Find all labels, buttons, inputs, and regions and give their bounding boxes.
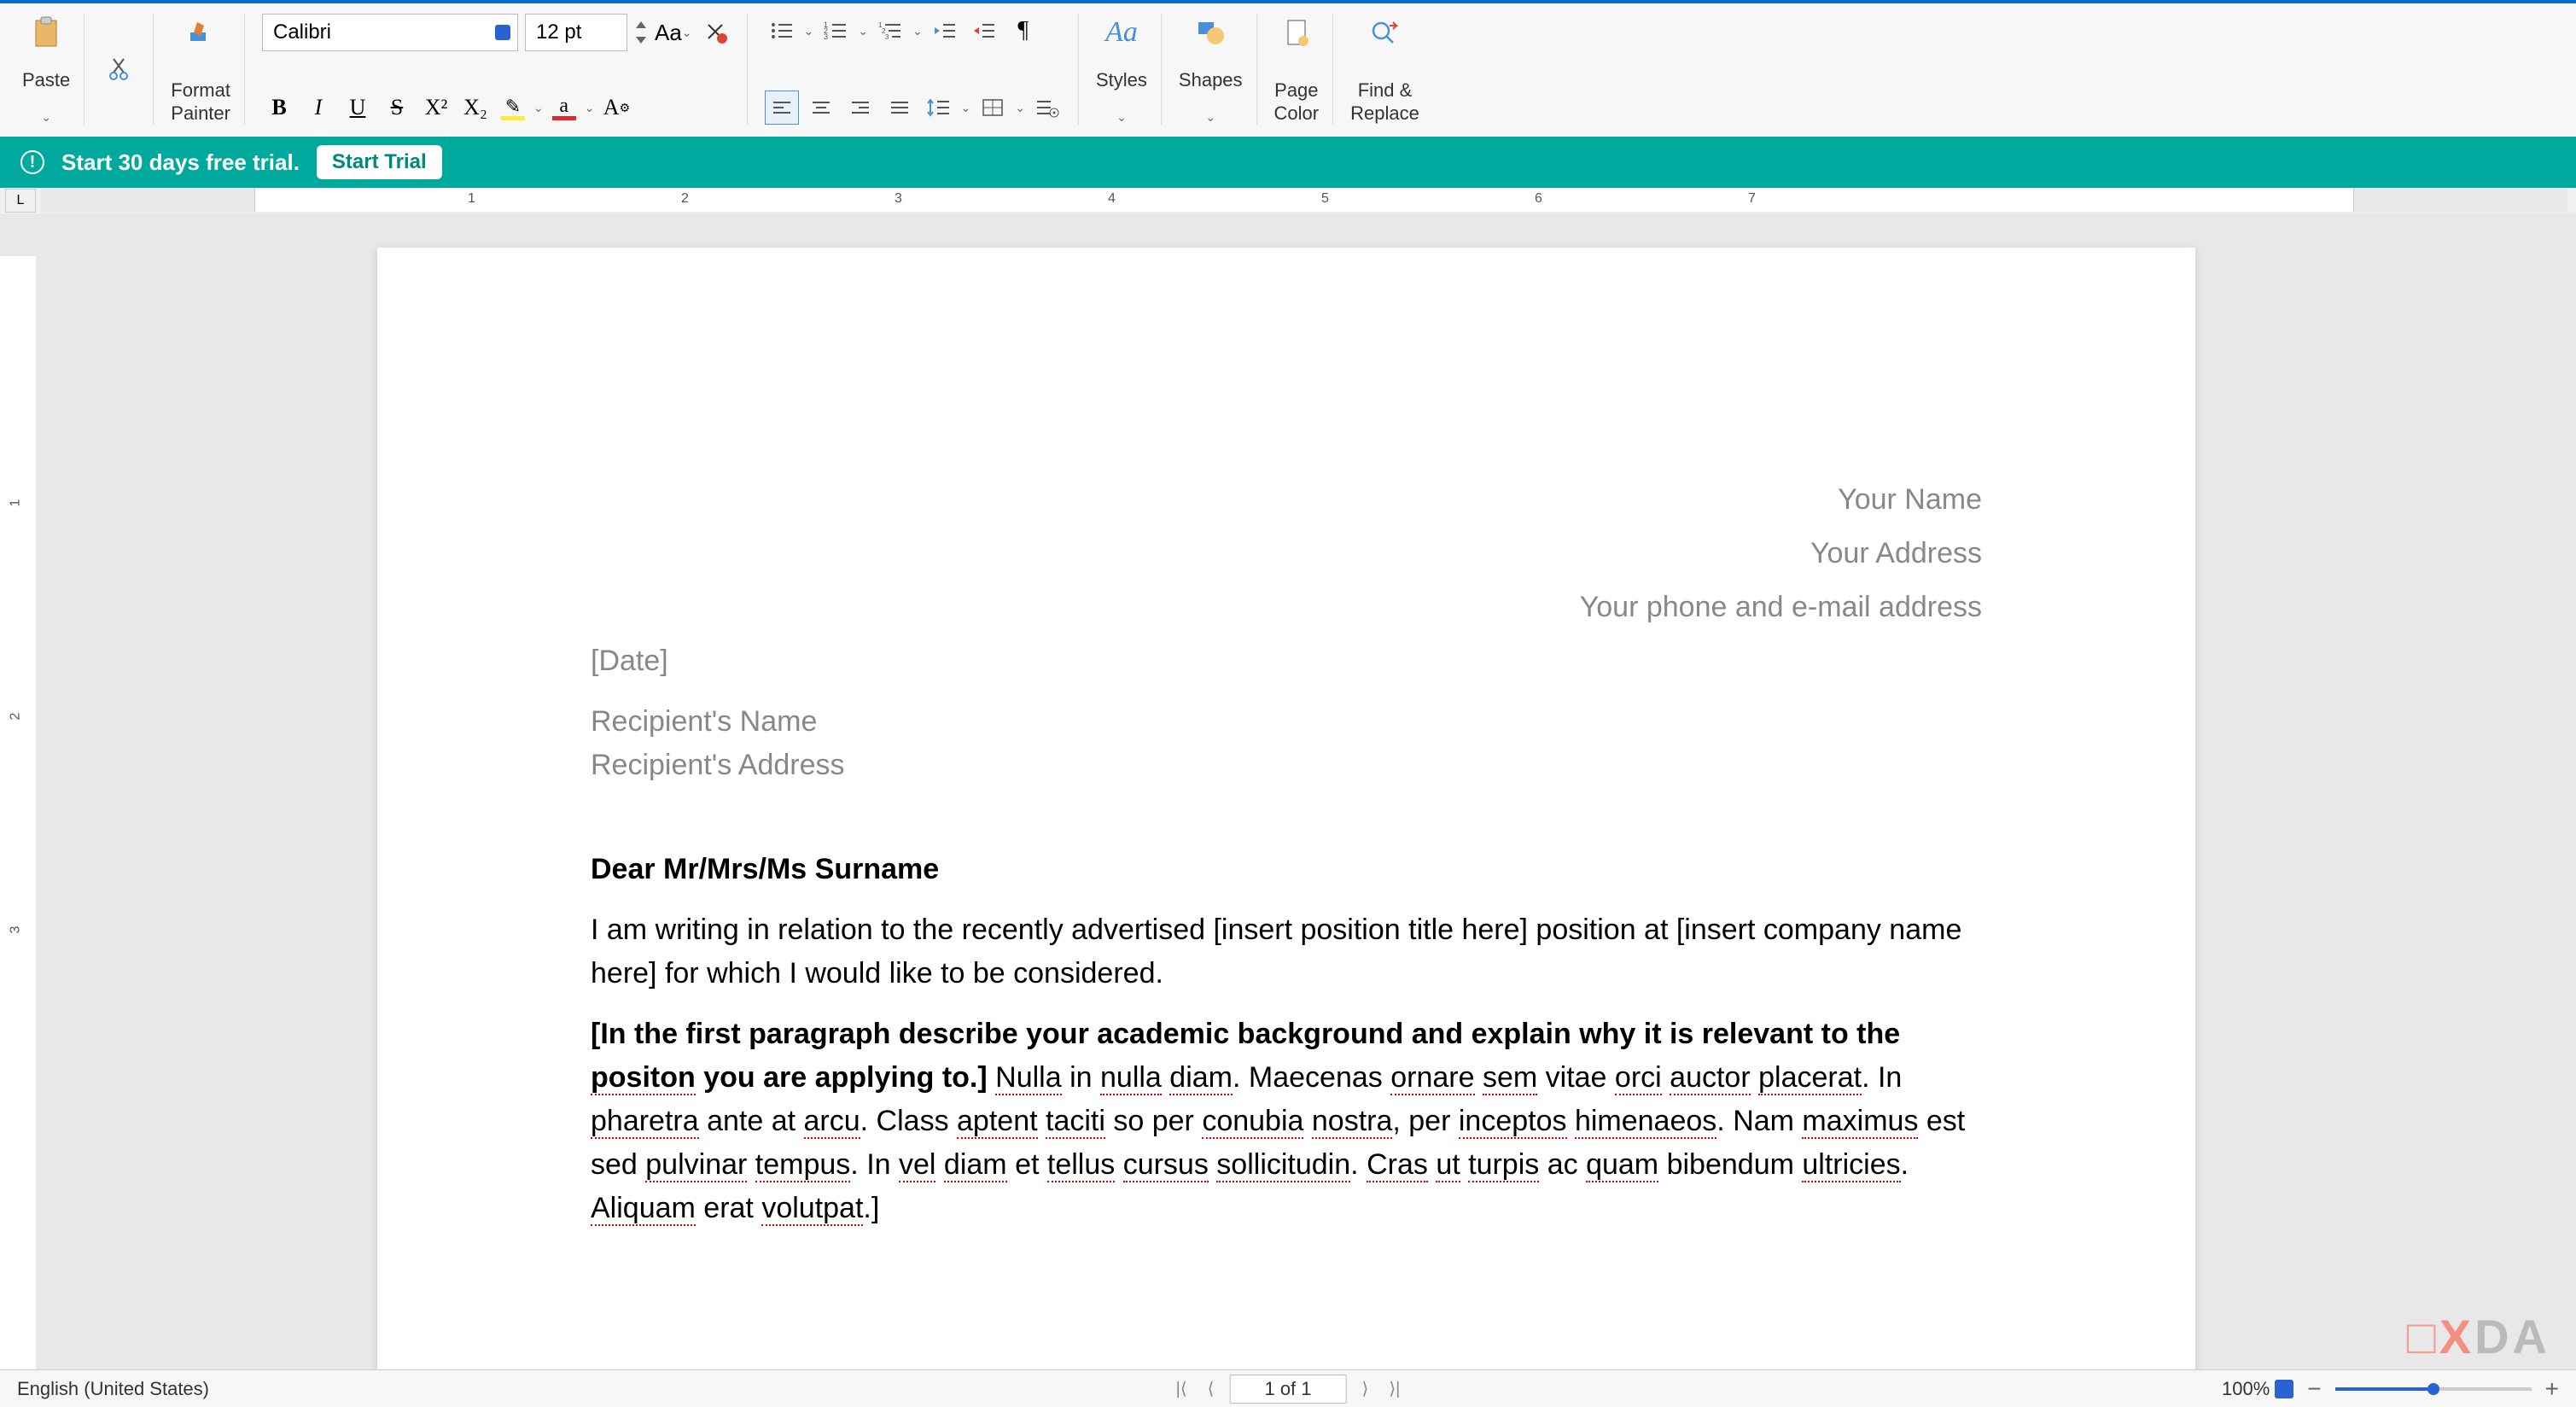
decrease-indent-button[interactable] (928, 14, 962, 48)
bold-button[interactable]: B (262, 90, 296, 125)
chevron-down-icon[interactable]: ⌄ (1205, 110, 1215, 125)
justify-button[interactable] (883, 90, 917, 125)
salutation[interactable]: Dear Mr/Mrs/Ms Surname (591, 848, 1982, 891)
strikethrough-button[interactable]: S (380, 90, 414, 125)
svg-text:3: 3 (824, 32, 828, 41)
find-replace-label: Find & Replace (1350, 79, 1419, 125)
find-replace-button[interactable] (1366, 14, 1403, 51)
pilcrow-button[interactable]: ¶ (1006, 14, 1040, 48)
bullet-list-button[interactable] (765, 14, 799, 48)
shapes-label: Shapes (1179, 69, 1243, 91)
subscript-button[interactable]: X₂ (458, 90, 492, 125)
svg-text:3: 3 (885, 33, 889, 41)
paste-button[interactable] (27, 14, 65, 51)
format-painter-label: Format Painter (171, 79, 230, 125)
multilevel-list-button[interactable]: 123 (873, 14, 907, 48)
watermark: □XDA (2407, 1309, 2550, 1364)
zoom-percent[interactable]: 100% (2222, 1378, 2293, 1400)
align-right-button[interactable] (843, 90, 877, 125)
ruler-row: L 1 2 3 4 5 6 7 (0, 188, 2576, 213)
table-button[interactable] (976, 90, 1010, 125)
paragraph-2[interactable]: [In the first paragraph describe your ac… (591, 1013, 1982, 1230)
paragraph-settings-button[interactable] (1030, 90, 1064, 125)
document-viewport[interactable]: Your Name Your Address Your phone and e-… (36, 213, 2576, 1369)
styles-group: Aa Styles ⌄ (1082, 14, 1162, 125)
page-color-button[interactable] (1278, 14, 1315, 51)
chevron-down-icon[interactable]: ⌄ (858, 24, 868, 38)
sender-name[interactable]: Your Name (591, 478, 1982, 522)
chevron-down-icon[interactable]: ⌄ (533, 101, 544, 115)
format-painter-group: Format Painter (157, 14, 245, 125)
recipient-name[interactable]: Recipient's Name (591, 700, 1982, 744)
trial-message: Start 30 days free trial. (61, 149, 300, 176)
prev-page-button[interactable]: ⟨ (1203, 1378, 1220, 1399)
zoom-in-button[interactable]: + (2545, 1375, 2559, 1403)
zoom-out-button[interactable]: − (2307, 1375, 2321, 1403)
paste-group: Paste ⌄ (9, 14, 85, 125)
chevron-down-icon[interactable]: ⌄ (961, 101, 971, 115)
info-icon: ! (20, 150, 44, 174)
trial-banner: ! Start 30 days free trial. Start Trial (0, 137, 2576, 188)
line-spacing-button[interactable] (922, 90, 956, 125)
clear-formatting-button[interactable] (699, 15, 733, 50)
align-center-button[interactable] (804, 90, 838, 125)
align-left-button[interactable] (765, 90, 799, 125)
chevron-down-icon[interactable]: ⌄ (1116, 110, 1127, 125)
styles-button[interactable]: Aa (1103, 14, 1140, 51)
page[interactable]: Your Name Your Address Your phone and e-… (377, 248, 2195, 1369)
vertical-ruler[interactable]: 1 2 3 (0, 213, 36, 1369)
shapes-group: Shapes ⌄ (1165, 14, 1257, 125)
statusbar: English (United States) |⟨ ⟨ 1 of 1 ⟩ ⟩|… (0, 1369, 2576, 1407)
increase-indent-button[interactable] (967, 14, 1001, 48)
font-size-stepper[interactable] (634, 20, 648, 45)
recipient-address[interactable]: Recipient's Address (591, 744, 1982, 787)
horizontal-ruler[interactable]: 1 2 3 4 5 6 7 (41, 188, 2567, 212)
chevron-down-icon[interactable]: ⌄ (41, 110, 51, 125)
font-color-button[interactable]: a (549, 95, 580, 120)
next-page-button[interactable]: ⟩ (1357, 1378, 1374, 1399)
superscript-button[interactable]: X² (419, 90, 453, 125)
find-replace-group: Find & Replace (1337, 14, 1433, 125)
paste-label: Paste (22, 69, 70, 91)
last-page-button[interactable]: ⟩| (1384, 1378, 1405, 1399)
numbered-list-button[interactable]: 123 (819, 14, 853, 48)
language-indicator[interactable]: English (United States) (17, 1378, 209, 1400)
highlight-color-button[interactable]: ✎ (498, 96, 528, 120)
styles-label: Styles (1096, 69, 1147, 91)
sender-contact[interactable]: Your phone and e-mail address (591, 586, 1982, 629)
font-size-select[interactable]: 12 pt (525, 14, 627, 51)
underline-button[interactable]: U (341, 90, 375, 125)
font-name-select[interactable]: Calibri (262, 14, 518, 51)
chevron-down-icon[interactable]: ⌄ (585, 101, 595, 115)
change-case-button[interactable]: Aa ⌄ (655, 15, 692, 50)
italic-button[interactable]: I (301, 90, 335, 125)
start-trial-button[interactable]: Start Trial (317, 145, 442, 179)
font-group: Calibri 12 pt Aa ⌄ B I U S X² X₂ ✎ ⌄ a ⌄… (248, 14, 748, 125)
sender-address[interactable]: Your Address (591, 532, 1982, 575)
paragraph-group: ⌄ 123 ⌄ 123 ⌄ ¶ ⌄ ⌄ (751, 14, 1079, 125)
toolbar: Paste ⌄ Format Painter Calibri 12 pt Aa … (0, 0, 2576, 137)
page-color-group: Page Color (1261, 14, 1334, 125)
format-painter-button[interactable] (182, 14, 219, 51)
shapes-button[interactable] (1192, 14, 1229, 51)
character-settings-button[interactable]: A⚙ (599, 90, 633, 125)
chevron-down-icon[interactable]: ⌄ (1015, 101, 1025, 115)
page-color-label: Page Color (1274, 79, 1320, 125)
tab-stop-indicator[interactable]: L (5, 189, 36, 213)
page-indicator[interactable]: 1 of 1 (1229, 1375, 1346, 1404)
zoom-slider[interactable] (2335, 1387, 2532, 1391)
clipboard-group (88, 14, 154, 125)
paragraph-1[interactable]: I am writing in relation to the recently… (591, 908, 1982, 995)
chevron-down-icon[interactable]: ⌄ (804, 24, 814, 38)
date-field[interactable]: [Date] (591, 639, 1982, 683)
chevron-down-icon[interactable]: ⌄ (912, 24, 923, 38)
cut-button[interactable] (102, 50, 139, 88)
editor-area: 1 2 3 Your Name Your Address Your phone … (0, 213, 2576, 1369)
first-page-button[interactable]: |⟨ (1171, 1378, 1192, 1399)
